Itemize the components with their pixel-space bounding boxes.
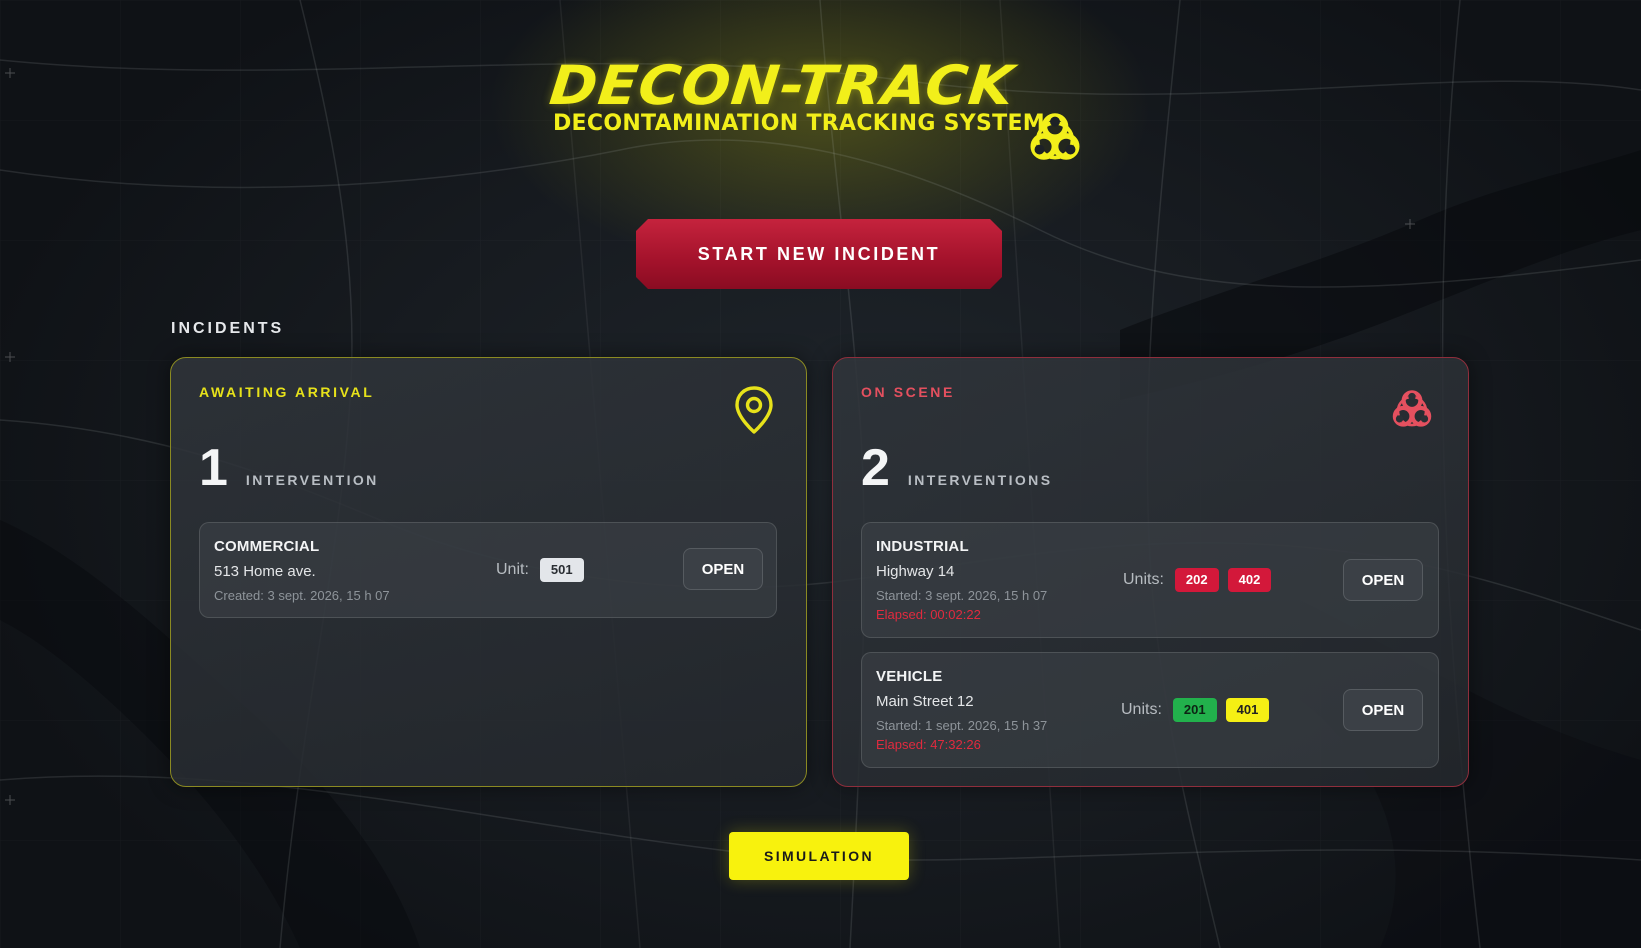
unit-badge: 401: [1225, 698, 1270, 722]
incidents-section-title: INCIDENTS: [171, 320, 285, 337]
count-label: INTERVENTION: [245, 472, 379, 488]
count-label: INTERVENTIONS: [907, 472, 1053, 488]
open-incident-button[interactable]: OPEN: [1343, 689, 1423, 731]
unit-badge: 402: [1227, 568, 1272, 592]
incident-card: INDUSTRIAL Highway 14 Started: 3 sept. 2…: [861, 522, 1439, 638]
units-label: Units:: [1121, 701, 1162, 718]
count-number: 2: [861, 439, 890, 497]
incident-type: COMMERCIAL: [214, 538, 320, 555]
units-label: Unit:: [496, 561, 529, 578]
start-new-incident-button[interactable]: START NEW INCIDENT: [636, 219, 1002, 289]
unit-list: Units: 201 401: [1121, 698, 1270, 722]
intervention-count: 2 INTERVENTIONS: [861, 438, 1052, 498]
count-number: 1: [199, 439, 228, 497]
incident-started: Started: 1 sept. 2026, 15 h 37: [876, 718, 1048, 733]
incident-type: VEHICLE: [876, 668, 943, 685]
incident-card: VEHICLE Main Street 12 Started: 1 sept. …: [861, 652, 1439, 768]
unit-badge: 501: [539, 558, 584, 582]
awaiting-arrival-panel: AWAITING ARRIVAL 1 INTERVENTION COMMERCI…: [170, 357, 807, 787]
app-logo: DECON-TRACK DECONTAMINATION TRACKING SYS…: [547, 54, 1093, 166]
intervention-count: 1 INTERVENTION: [199, 438, 379, 498]
panel-status-label: ON SCENE: [861, 384, 955, 400]
units-label: Units:: [1123, 571, 1164, 588]
unit-list: Units: 202 402: [1123, 568, 1272, 592]
on-scene-panel: ON SCENE 2 INTERVENTIONS INDUSTRIAL High…: [832, 357, 1469, 787]
unit-badge: 201: [1172, 698, 1217, 722]
unit-badge: 202: [1174, 568, 1219, 592]
unit-list: Unit: 501: [496, 558, 584, 582]
incident-card: COMMERCIAL 513 Home ave. Created: 3 sept…: [199, 522, 777, 618]
app-screen: DECON-TRACK DECONTAMINATION TRACKING SYS…: [0, 0, 1641, 948]
logo-title: DECON-TRACK: [546, 54, 1018, 117]
open-incident-button[interactable]: OPEN: [683, 548, 763, 590]
incident-type: INDUSTRIAL: [876, 538, 969, 555]
incident-elapsed: Elapsed: 47:32:26: [876, 737, 981, 752]
incident-address: Main Street 12: [876, 693, 974, 710]
incident-elapsed: Elapsed: 00:02:22: [876, 607, 981, 622]
map-pin-icon: [735, 386, 773, 434]
biohazard-icon: [1030, 113, 1080, 160]
panel-status-label: AWAITING ARRIVAL: [199, 384, 375, 400]
simulation-button[interactable]: SIMULATION: [729, 832, 909, 880]
incident-address: 513 Home ave.: [214, 563, 316, 580]
logo-subtitle: DECONTAMINATION TRACKING SYSTEM: [553, 111, 1045, 136]
biohazard-icon: [1392, 390, 1432, 427]
incident-created: Created: 3 sept. 2026, 15 h 07: [214, 588, 390, 603]
incident-address: Highway 14: [876, 563, 955, 580]
open-incident-button[interactable]: OPEN: [1343, 559, 1423, 601]
incident-started: Started: 3 sept. 2026, 15 h 07: [876, 588, 1048, 603]
